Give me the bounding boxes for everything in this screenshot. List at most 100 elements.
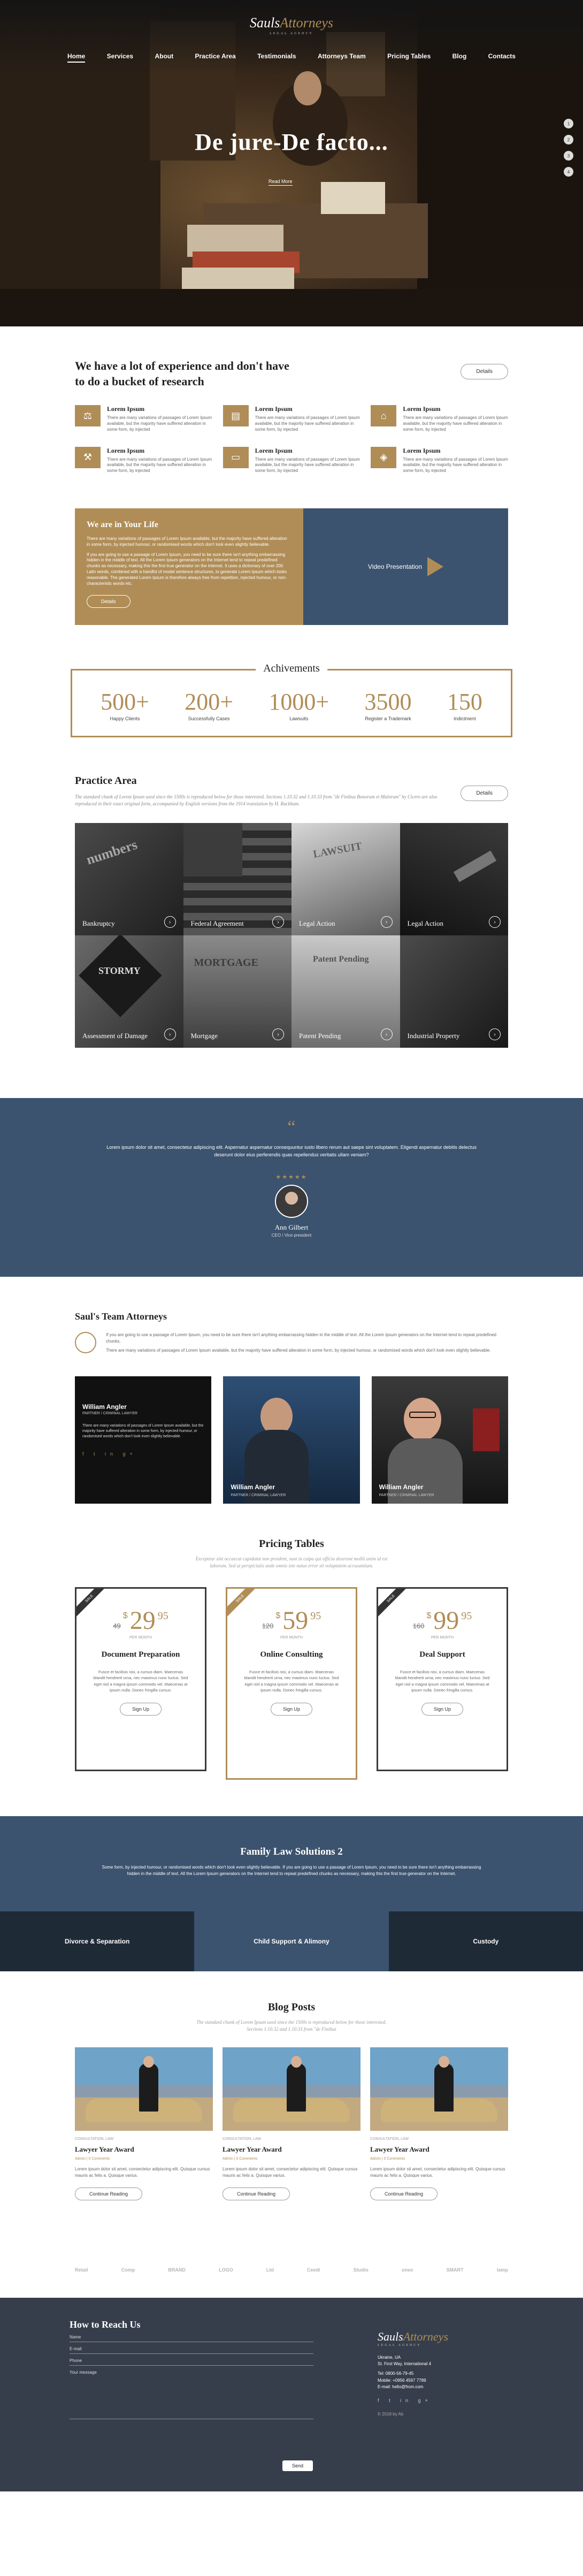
- post-title[interactable]: Lawyer Year Award: [223, 2145, 360, 2154]
- slider-dot-2[interactable]: 2: [564, 135, 573, 144]
- site-logo[interactable]: SaulsAttorneys LEGAL AGENCY: [0, 15, 583, 35]
- footer-logo-main: Sauls: [378, 2329, 403, 2343]
- footer-logo[interactable]: SaulsAttorneys LEGAL AGENCY: [378, 2330, 448, 2347]
- tab-custody[interactable]: Custody: [388, 1911, 583, 1972]
- per-month: PER MONTH: [431, 1636, 454, 1640]
- slider-dot-3[interactable]: 3: [564, 151, 573, 161]
- arrow-right-icon[interactable]: ›: [272, 916, 284, 928]
- arrow-right-icon[interactable]: ›: [272, 1028, 284, 1041]
- blog-post: CONSULTATION, LAW Lawyer Year Award Admi…: [75, 2047, 213, 2200]
- partner-logo[interactable]: Ltd: [266, 2267, 274, 2273]
- nav-practice-area[interactable]: Practice Area: [195, 52, 235, 63]
- contact-info: Ukraine, UA St. First Way, International…: [378, 2354, 448, 2391]
- life-details-button[interactable]: Details: [87, 595, 131, 608]
- practice-card-federal-agreement[interactable]: Federal Agreement ›: [183, 823, 291, 936]
- arrow-right-icon[interactable]: ›: [380, 916, 393, 928]
- feature-text: There are many variations of passages of…: [255, 415, 360, 432]
- hero-read-more-link[interactable]: Read More: [269, 179, 293, 186]
- social-icons[interactable]: f t in g+: [82, 1451, 137, 1457]
- mobile: Mobile: +0956 4567 7789: [378, 2377, 426, 2383]
- name-field[interactable]: Name: [70, 2330, 313, 2342]
- nav-home[interactable]: Home: [67, 52, 86, 63]
- nav-attorneys-team[interactable]: Attorneys Team: [318, 52, 366, 63]
- nav-pricing-tables[interactable]: Pricing Tables: [387, 52, 431, 63]
- member-name: William Angler: [82, 1403, 127, 1411]
- testimonial-role: CEO / Vice president: [271, 1233, 312, 1238]
- video-presentation[interactable]: Video Presentation: [303, 508, 508, 625]
- nav-contacts[interactable]: Contacts: [488, 52, 516, 63]
- current-price: 59: [282, 1606, 309, 1635]
- practice-card-legal-action-2[interactable]: Legal Action ›: [400, 823, 508, 936]
- arrow-right-icon[interactable]: ›: [164, 1028, 176, 1041]
- practice-card-mortgage[interactable]: MORTGAGE Mortgage ›: [183, 935, 291, 1048]
- blog-posts: CONSULTATION, LAW Lawyer Year Award Admi…: [75, 2047, 508, 2200]
- partner-logo[interactable]: Retail: [75, 2267, 88, 2273]
- practice-label: Legal Action: [299, 919, 335, 928]
- email[interactable]: E-mail: hello@from.com: [378, 2384, 448, 2390]
- sign-up-button[interactable]: Sign Up: [421, 1703, 464, 1716]
- play-icon[interactable]: [427, 557, 444, 576]
- partner-logo[interactable]: LOGO: [219, 2267, 233, 2273]
- team-section: Saul's Team Attorneys If you are going t…: [0, 1277, 583, 1504]
- partner-logo[interactable]: Ceedi: [307, 2267, 320, 2273]
- blog-image[interactable]: [370, 2047, 508, 2131]
- continue-reading-button[interactable]: Continue Reading: [370, 2187, 438, 2200]
- experience-details-button[interactable]: Details: [461, 364, 508, 379]
- footer-logo-tagline: LEGAL AGENCY: [378, 2343, 421, 2347]
- sign-up-button[interactable]: Sign Up: [270, 1703, 313, 1716]
- practice-card-industrial-property[interactable]: Industrial Property ›: [400, 935, 508, 1048]
- nav-about[interactable]: About: [155, 52, 173, 63]
- partner-logo[interactable]: BRAND: [168, 2267, 186, 2273]
- tab-child-support-alimony[interactable]: Child Support & Alimony: [194, 1911, 389, 1972]
- team-card[interactable]: William Angler PARTNER / CRIMINAL LAWYER: [371, 1376, 508, 1504]
- message-field[interactable]: Your message: [70, 2366, 313, 2419]
- continue-reading-button[interactable]: Continue Reading: [75, 2187, 143, 2200]
- practice-details-button[interactable]: Details: [461, 786, 508, 801]
- feature-text: There are many variations of passages of…: [255, 456, 360, 474]
- logo-accent: Attorneys: [280, 15, 333, 31]
- achievements-section: 500+ Happy Clients 200+ Successfully Cases…: [71, 662, 512, 737]
- team-card[interactable]: William Angler PARTNER / CRIMINAL LAWYER…: [75, 1376, 212, 1504]
- nav-blog[interactable]: Blog: [452, 52, 467, 63]
- phone-field[interactable]: Phone: [70, 2354, 313, 2366]
- practice-card-legal-action[interactable]: LAWSUIT Legal Action ›: [291, 823, 400, 936]
- partner-logo[interactable]: oneo: [402, 2267, 413, 2273]
- social-icons[interactable]: f t in g+: [378, 2398, 448, 2403]
- email-field[interactable]: E-mail: [70, 2342, 313, 2354]
- partner-logo[interactable]: SMART: [447, 2267, 464, 2273]
- price: 160 $ 99 95: [378, 1608, 507, 1634]
- tab-divorce-separation[interactable]: Divorce & Separation: [0, 1911, 195, 1972]
- nav-testimonials[interactable]: Testimonials: [257, 52, 296, 63]
- team-intro: If you are going to use a passage of Lor…: [75, 1332, 508, 1357]
- arrow-right-icon[interactable]: ›: [489, 1028, 501, 1041]
- slider-dot-4[interactable]: 4: [564, 167, 573, 177]
- plan-name: Online Consulting: [260, 1650, 323, 1659]
- blog-image[interactable]: [223, 2047, 360, 2131]
- street: St. First Way, International 4: [378, 2361, 432, 2366]
- man-decoration: [434, 2063, 454, 2112]
- continue-reading-button[interactable]: Continue Reading: [223, 2187, 290, 2200]
- video-label: Video Presentation: [367, 563, 423, 570]
- member-name: William Angler: [231, 1483, 275, 1491]
- nav-services[interactable]: Services: [107, 52, 133, 63]
- practice-card-bankruptcy[interactable]: numbers Bankruptcy ›: [75, 823, 183, 936]
- slider-dot-1[interactable]: 1: [564, 119, 573, 128]
- sign-up-button[interactable]: Sign Up: [119, 1703, 162, 1716]
- send-button[interactable]: Send: [282, 2460, 313, 2471]
- pricing-section: Pricing Tables Excepteur sint occaecat c…: [0, 1504, 583, 1780]
- partner-logo[interactable]: Comp: [121, 2267, 135, 2273]
- practice-card-assessment-of-damage[interactable]: STORMY Assessment of Damage ›: [75, 935, 183, 1048]
- feature-item: ⌂ Lorem Ipsum There are many variations o…: [371, 405, 508, 432]
- partner-logo[interactable]: lamp: [497, 2267, 508, 2273]
- experience-section: We have a lot of experience and don't ha…: [0, 326, 583, 508]
- post-title[interactable]: Lawyer Year Award: [370, 2145, 508, 2154]
- life-paragraph: There are many variations of passages of…: [87, 536, 287, 547]
- blog-image[interactable]: [75, 2047, 213, 2131]
- post-title[interactable]: Lawyer Year Award: [75, 2145, 213, 2154]
- team-card[interactable]: William Angler PARTNER / CRIMINAL LAWYER: [223, 1376, 360, 1504]
- arrow-right-icon[interactable]: ›: [164, 916, 176, 928]
- practice-card-patent-pending[interactable]: Patent Pending Patent Pending ›: [291, 935, 400, 1048]
- arrow-right-icon[interactable]: ›: [489, 916, 501, 928]
- partner-logo[interactable]: Studio: [354, 2267, 369, 2273]
- arrow-right-icon[interactable]: ›: [380, 1028, 393, 1041]
